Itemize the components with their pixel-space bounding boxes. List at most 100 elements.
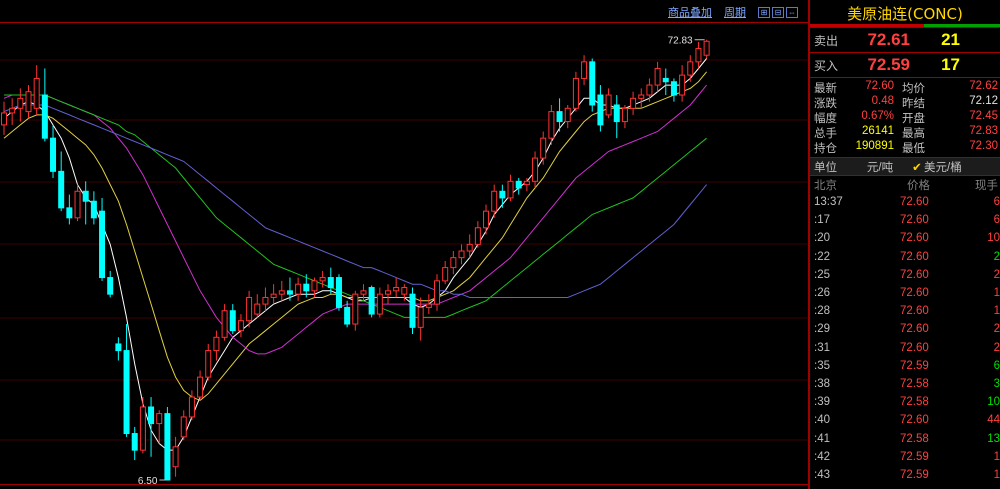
tick-row: :28 72.60 1 [810, 302, 1000, 320]
stats-table: 最新 72.60 均价 72.62 涨跌 0.48 昨结 72.12 幅度 0.67% 开盘 72.4… [810, 78, 1000, 158]
candle [25, 85, 32, 119]
stat-value: 72.12 [969, 95, 998, 107]
candle-body [409, 293, 416, 328]
bid-row[interactable]: 买入 72.59 17 [810, 53, 1000, 78]
kline-chart-canvas[interactable]: 72.83 6.50 [0, 0, 808, 489]
candle-body [376, 293, 383, 315]
candle-body [491, 190, 498, 212]
instrument-title[interactable]: 美原油连(CONC) [810, 0, 1000, 28]
candle-body [107, 277, 114, 295]
ask-row[interactable]: 卖出 72.61 21 [810, 28, 1000, 53]
tick-time: :28 [814, 305, 830, 318]
candle-body [50, 137, 57, 172]
candle-body [66, 207, 73, 219]
zoom-buttons: ⊞ ⊟ ⇔ [758, 6, 798, 18]
candle-body [254, 303, 261, 315]
candle [613, 95, 620, 139]
overlay-link[interactable]: 商品叠加 [668, 4, 712, 20]
tick-price: 72.60 [899, 250, 929, 263]
candle [66, 194, 73, 225]
candle [352, 290, 359, 331]
ticks-header: 北京 价格 现手 [810, 176, 1000, 193]
candle-body [197, 376, 204, 398]
stat-value: 72.45 [969, 110, 998, 122]
tick-price: 72.59 [899, 359, 929, 372]
candle [82, 181, 89, 225]
tick-row: :43 72.59 1 [810, 466, 1000, 484]
candle [115, 337, 122, 361]
tick-volume: 6 [993, 214, 1000, 227]
candle [523, 177, 530, 192]
candle [515, 177, 522, 195]
candle [335, 274, 342, 311]
tick-volume: 2 [993, 268, 1000, 281]
candle-body [368, 287, 375, 315]
stat-value: 72.83 [969, 125, 998, 137]
stat-label: 最低 [902, 143, 925, 155]
tick-price: 72.60 [899, 232, 929, 245]
tick-time: :41 [814, 432, 830, 445]
tick-row: :26 72.60 1 [810, 284, 1000, 302]
zoom-out-icon[interactable]: ⊟ [772, 6, 784, 18]
unit-currency[interactable]: 美元/桶 [924, 159, 1000, 175]
candle-body [205, 350, 212, 378]
check-icon[interactable]: ✔ [910, 160, 924, 174]
candle [425, 294, 432, 315]
candle [638, 88, 645, 109]
tick-row: 13:37 72.60 6 [810, 193, 1000, 211]
candle [107, 270, 114, 298]
tick-volume: 10 [987, 396, 1000, 409]
candle [621, 104, 628, 129]
ask-volume: 21 [941, 30, 960, 49]
candle-body [33, 77, 40, 109]
tick-price: 72.58 [899, 396, 929, 409]
bid-price: 72.59 [867, 55, 910, 74]
ticks-header-time: 北京 [814, 179, 837, 192]
candle [123, 324, 130, 437]
stat-value: 72.30 [969, 140, 998, 152]
unit-label: 单位 [814, 161, 837, 174]
candle-body [434, 280, 441, 305]
candle-body [139, 406, 146, 451]
tick-volume: 1 [993, 305, 1000, 318]
unit-value: 元/吨 [866, 161, 894, 174]
candle-body [703, 40, 710, 56]
candle [1, 101, 7, 135]
candle [205, 343, 212, 381]
ticks-list[interactable]: 13:37 72.60 6:17 72.60 6:20 72.60 10:22 72.60 2:… [810, 193, 1000, 484]
candle [74, 184, 81, 222]
tick-row: :29 72.60 2 [810, 320, 1000, 338]
tick-price: 72.60 [899, 323, 929, 336]
scroll-icon[interactable]: ⇔ [786, 6, 798, 18]
candle [483, 204, 490, 235]
tick-volume: 1 [993, 468, 1000, 481]
low-price-label: 6.50 [138, 476, 158, 487]
tick-price: 72.60 [899, 268, 929, 281]
tick-row: :38 72.58 3 [810, 375, 1000, 393]
tick-price: 72.60 [899, 287, 929, 300]
candle [295, 277, 302, 301]
tick-price: 72.60 [899, 341, 929, 354]
candle [670, 78, 677, 102]
tick-row: :31 72.60 2 [810, 339, 1000, 357]
candle [360, 284, 367, 301]
stat-label: 开盘 [902, 113, 925, 125]
candle [442, 260, 449, 285]
candle-body [229, 310, 236, 332]
candle-body [458, 250, 465, 259]
stat-row: 总手 26141 最高 72.83 [810, 125, 1000, 140]
candle [450, 251, 457, 275]
candle [695, 41, 702, 69]
candle-body [123, 350, 130, 435]
stat-row: 涨跌 0.48 昨结 72.12 [810, 95, 1000, 110]
stat-label: 幅度 [814, 113, 837, 125]
period-link[interactable]: 周期 [724, 4, 746, 20]
candle-body [319, 277, 326, 282]
zoom-in-icon[interactable]: ⊞ [758, 6, 770, 18]
kline-chart[interactable]: 72.83 6.50 商品叠加 周期 ⊞ ⊟ ⇔ [0, 0, 808, 489]
tick-volume: 13 [987, 432, 1000, 445]
candle-body [156, 413, 163, 425]
candle [499, 184, 506, 208]
candle [90, 191, 97, 225]
candle [368, 285, 375, 318]
